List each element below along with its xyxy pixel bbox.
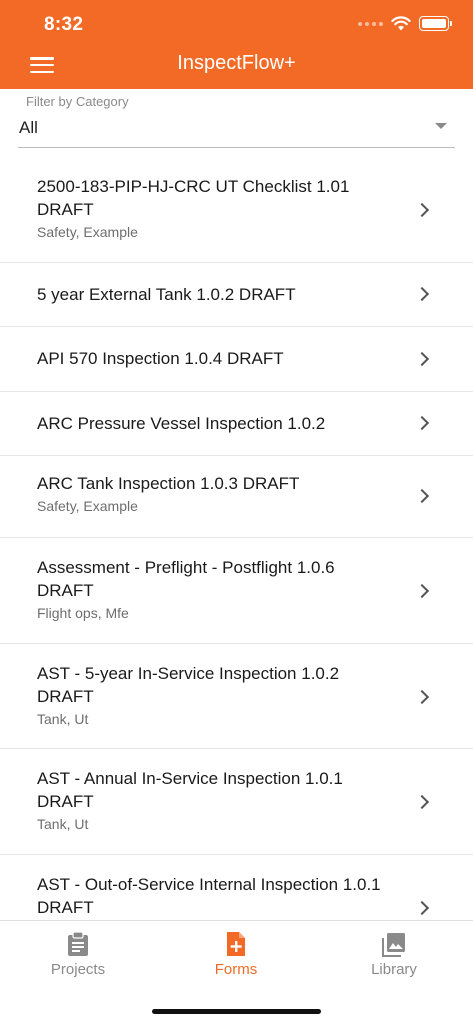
home-indicator [152, 1009, 321, 1014]
dropdown-arrow-icon [435, 123, 447, 129]
tab-projects[interactable]: Projects [18, 931, 138, 978]
chevron-right-icon [414, 794, 430, 810]
battery-icon [419, 16, 452, 31]
add-document-icon [227, 932, 245, 956]
form-title: AST - Out-of-Service Internal Inspection… [37, 875, 381, 917]
status-bar: 8:32 [0, 0, 473, 50]
form-title: ARC Pressure Vessel Inspection 1.0.2 [37, 414, 326, 433]
tab-library[interactable]: Library [334, 931, 454, 978]
wifi-icon [391, 16, 411, 31]
nav-bar: InspectFlow+ [0, 46, 473, 86]
chevron-right-icon [414, 351, 430, 367]
clipboard-icon [68, 931, 88, 956]
form-title: 5 year External Tank 1.0.2 DRAFT [37, 285, 296, 304]
tab-label: Forms [214, 961, 258, 978]
form-title: API 570 Inspection 1.0.4 DRAFT [37, 349, 284, 368]
form-title: 2500-183-PIP-HJ-CRC UT Checklist 1.01 DR… [37, 177, 350, 219]
status-time: 8:32 [44, 14, 84, 35]
category-filter-select[interactable]: Filter by Category All [18, 93, 455, 148]
form-list-item[interactable]: ARC Tank Inspection 1.0.3 DRAFT Safety, … [0, 456, 473, 538]
status-icons [358, 16, 452, 31]
chevron-right-icon [414, 900, 430, 916]
tab-forms[interactable]: Forms [176, 931, 296, 978]
app-title: InspectFlow+ [177, 52, 296, 74]
form-categories: Tank, Ut [37, 711, 89, 727]
form-list-item[interactable]: AST - 5-year In-Service Inspection 1.0.2… [0, 644, 473, 749]
tab-label: Projects [50, 961, 106, 978]
tab-label: Library [371, 961, 417, 978]
chevron-right-icon [414, 583, 430, 599]
form-list-item[interactable]: 5 year External Tank 1.0.2 DRAFT [0, 263, 473, 327]
filter-label: Filter by Category [26, 94, 129, 109]
form-title: AST - Annual In-Service Inspection 1.0.1… [37, 769, 343, 811]
app-header: 8:32 InspectFlow+ [0, 0, 473, 89]
form-list-item[interactable]: AST - Annual In-Service Inspection 1.0.1… [0, 749, 473, 855]
chevron-right-icon [414, 415, 430, 431]
cellular-signal-icon [358, 21, 383, 26]
filter-value: All [19, 118, 38, 137]
form-list-item[interactable]: ARC Pressure Vessel Inspection 1.0.2 [0, 392, 473, 456]
photo-library-icon [382, 933, 405, 957]
form-title: Assessment - Preflight - Postflight 1.0.… [37, 558, 335, 600]
form-categories: Safety, Example [37, 224, 138, 240]
form-list-item[interactable]: AST - Out-of-Service Internal Inspection… [0, 855, 473, 920]
form-list-item[interactable]: API 570 Inspection 1.0.4 DRAFT [0, 327, 473, 392]
chevron-right-icon [414, 689, 430, 705]
chevron-right-icon [414, 488, 430, 504]
chevron-right-icon [414, 286, 430, 302]
forms-list: 2500-183-PIP-HJ-CRC UT Checklist 1.01 DR… [0, 158, 473, 920]
form-title: ARC Tank Inspection 1.0.3 DRAFT [37, 474, 300, 493]
form-categories: Tank, Ut [37, 816, 89, 832]
form-list-item[interactable]: 2500-183-PIP-HJ-CRC UT Checklist 1.01 DR… [0, 158, 473, 263]
form-list-item[interactable]: Assessment - Preflight - Postflight 1.0.… [0, 538, 473, 644]
chevron-right-icon [414, 202, 430, 218]
form-title: AST - 5-year In-Service Inspection 1.0.2… [37, 664, 340, 706]
form-categories: Flight ops, Mfe [37, 605, 129, 621]
form-categories: Safety, Example [37, 498, 138, 514]
